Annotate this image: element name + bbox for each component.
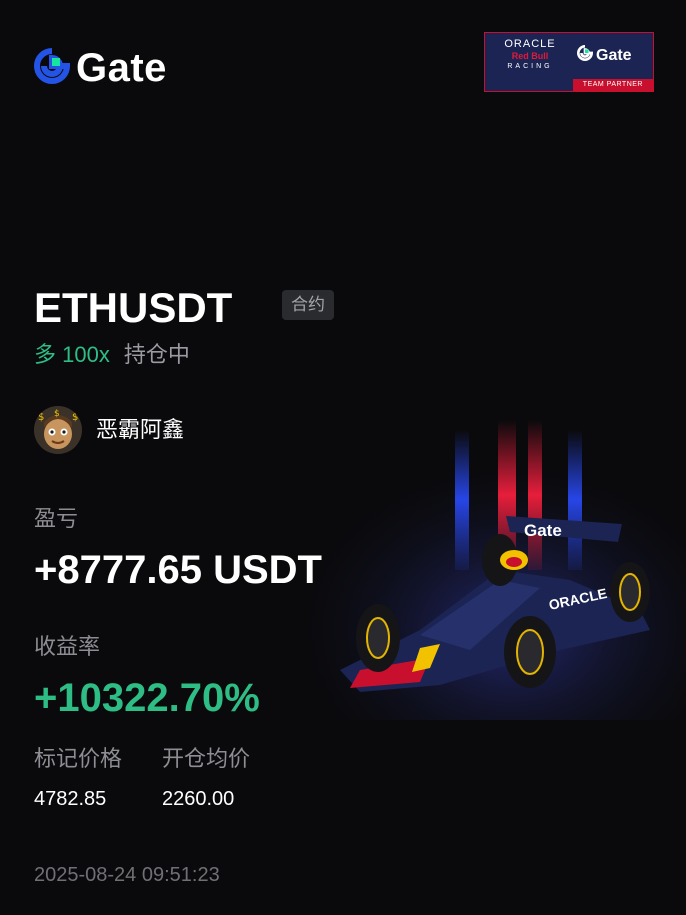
mark-price-value: 4782.85 [34, 788, 107, 810]
gate-logo-icon [34, 47, 71, 89]
partner-gate-logo: Gate [577, 45, 632, 66]
svg-text:Gate: Gate [524, 521, 562, 540]
svg-text:$: $ [54, 409, 60, 419]
timestamp: 2025-08-24 09:51:23 [34, 864, 220, 886]
mark-price-label: 标记价格 [34, 746, 123, 771]
svg-text:$: $ [38, 412, 44, 423]
redbull-racing-logo: ORACLE Red Bull RACING [491, 38, 569, 72]
roi-label: 收益率 [34, 634, 101, 659]
partner-badge: ORACLE Red Bull RACING Gate TEAM PARTNER [484, 32, 654, 92]
redbull-text: Red Bull [511, 51, 549, 61]
roi-value: +10322.70% [34, 676, 260, 720]
entry-price-label: 开仓均价 [162, 746, 251, 771]
oracle-text: ORACLE [504, 38, 556, 50]
pnl-label: 盈亏 [34, 506, 79, 531]
contract-tag: 合约 [282, 290, 334, 320]
trading-pair: ETHUSDT [34, 284, 233, 331]
racing-text: RACING [507, 63, 553, 70]
pnl-value: +8777.65 USDT [34, 548, 322, 592]
entry-price-value: 2260.00 [162, 788, 235, 810]
position-status: 持仓中 [123, 342, 190, 367]
partner-gate-text: Gate [596, 46, 632, 64]
team-partner-label: TEAM PARTNER [572, 79, 653, 91]
position-info: 多 100x 持仓中 [34, 340, 190, 370]
username: 恶霸阿鑫 [96, 417, 185, 442]
gate-logo: Gate [34, 46, 167, 90]
position-direction: 多 100x [34, 342, 110, 367]
logo-text: Gate [76, 46, 167, 90]
gate-mini-icon [577, 45, 594, 66]
avatar: $ $ $ [34, 406, 82, 454]
user-info: $ $ $ 恶霸阿鑫 [34, 406, 184, 454]
f1-race-car-artwork: Gate ORACLE [300, 420, 686, 720]
svg-text:$: $ [72, 412, 78, 423]
